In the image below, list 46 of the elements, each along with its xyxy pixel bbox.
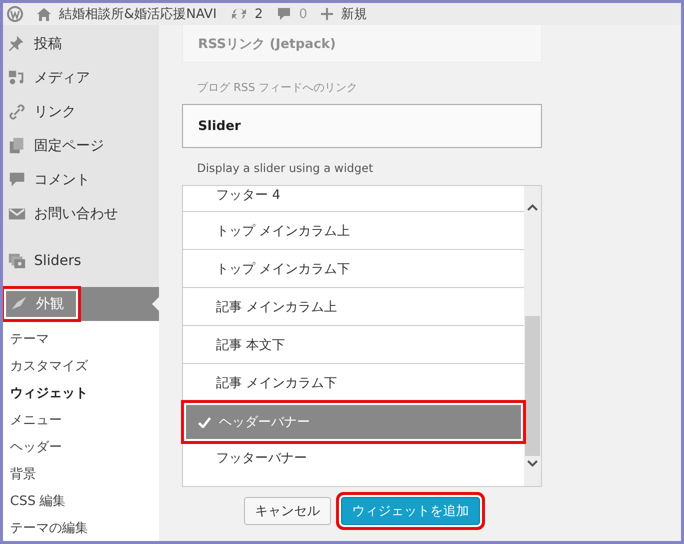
comment-icon[interactable] <box>276 7 291 21</box>
new-link[interactable]: 新規 <box>341 5 368 23</box>
submenu-item[interactable]: テーマの編集 <box>3 514 159 541</box>
scroll-down-icon[interactable] <box>527 460 538 467</box>
submenu-item[interactable]: ヘッダー <box>3 433 159 460</box>
sidebar-item[interactable]: お問い合わせ <box>3 197 159 231</box>
sidebar-item[interactable]: 投稿 <box>3 27 159 61</box>
sidebar-item[interactable]: リンク <box>3 95 159 129</box>
sidebar-item[interactable]: 固定ページ <box>3 129 159 163</box>
site-name[interactable]: 結婚相談所&婚活応援NAVI <box>59 5 217 23</box>
sidebar-item[interactable]: メディア <box>3 61 159 95</box>
sidebar-item[interactable]: コメント <box>3 163 159 197</box>
slides-icon <box>8 252 26 270</box>
page-icon <box>8 137 26 155</box>
submenu-item[interactable]: テーマ <box>3 325 159 352</box>
update-count[interactable]: 2 <box>254 6 263 22</box>
submenu-item[interactable]: ウィジェット <box>3 379 159 406</box>
check-icon <box>198 416 211 428</box>
sidebar-item[interactable]: 外観 <box>3 287 159 321</box>
submenu-item[interactable]: カスタマイズ <box>3 352 159 379</box>
scrollbar-thumb[interactable] <box>525 316 540 456</box>
submenu-item[interactable]: 背景 <box>3 460 159 487</box>
sidebar-item[interactable]: Sliders <box>3 243 159 279</box>
faded-widget-description: ブログ RSS フィードへのリンク <box>196 80 359 96</box>
faded-widget-title: RSSリンク (Jetpack) <box>182 25 542 63</box>
widget-area-option[interactable]: 記事 本文下 <box>183 326 524 364</box>
widget-title[interactable]: Slider <box>182 104 542 148</box>
submenu-item[interactable]: CSS 編集 <box>3 487 159 514</box>
cancel-button[interactable]: キャンセル <box>244 497 331 525</box>
refresh-icon[interactable] <box>230 7 247 21</box>
widget-area-option[interactable]: ヘッダーバナー <box>186 405 521 439</box>
widget-area-option[interactable]: トップ メインカラム下 <box>183 250 524 288</box>
widget-area-option[interactable]: 記事 メインカラム上 <box>183 288 524 326</box>
wordpress-logo-icon[interactable] <box>7 6 23 22</box>
widget-area-option[interactable]: フッターバナー <box>183 439 524 477</box>
widget-description: Display a slider using a widget <box>196 160 374 177</box>
link-icon <box>8 103 26 121</box>
scroll-up-icon[interactable] <box>527 204 538 211</box>
widget-area-option[interactable]: フッター 4 <box>183 186 524 212</box>
plus-icon[interactable] <box>321 8 334 20</box>
comment-icon <box>8 171 26 189</box>
home-icon[interactable] <box>37 8 51 20</box>
submenu-item[interactable]: メニュー <box>3 406 159 433</box>
pin-icon <box>8 35 26 53</box>
media-icon <box>8 69 26 87</box>
widget-area-option[interactable]: トップ メインカラム上 <box>183 212 524 250</box>
